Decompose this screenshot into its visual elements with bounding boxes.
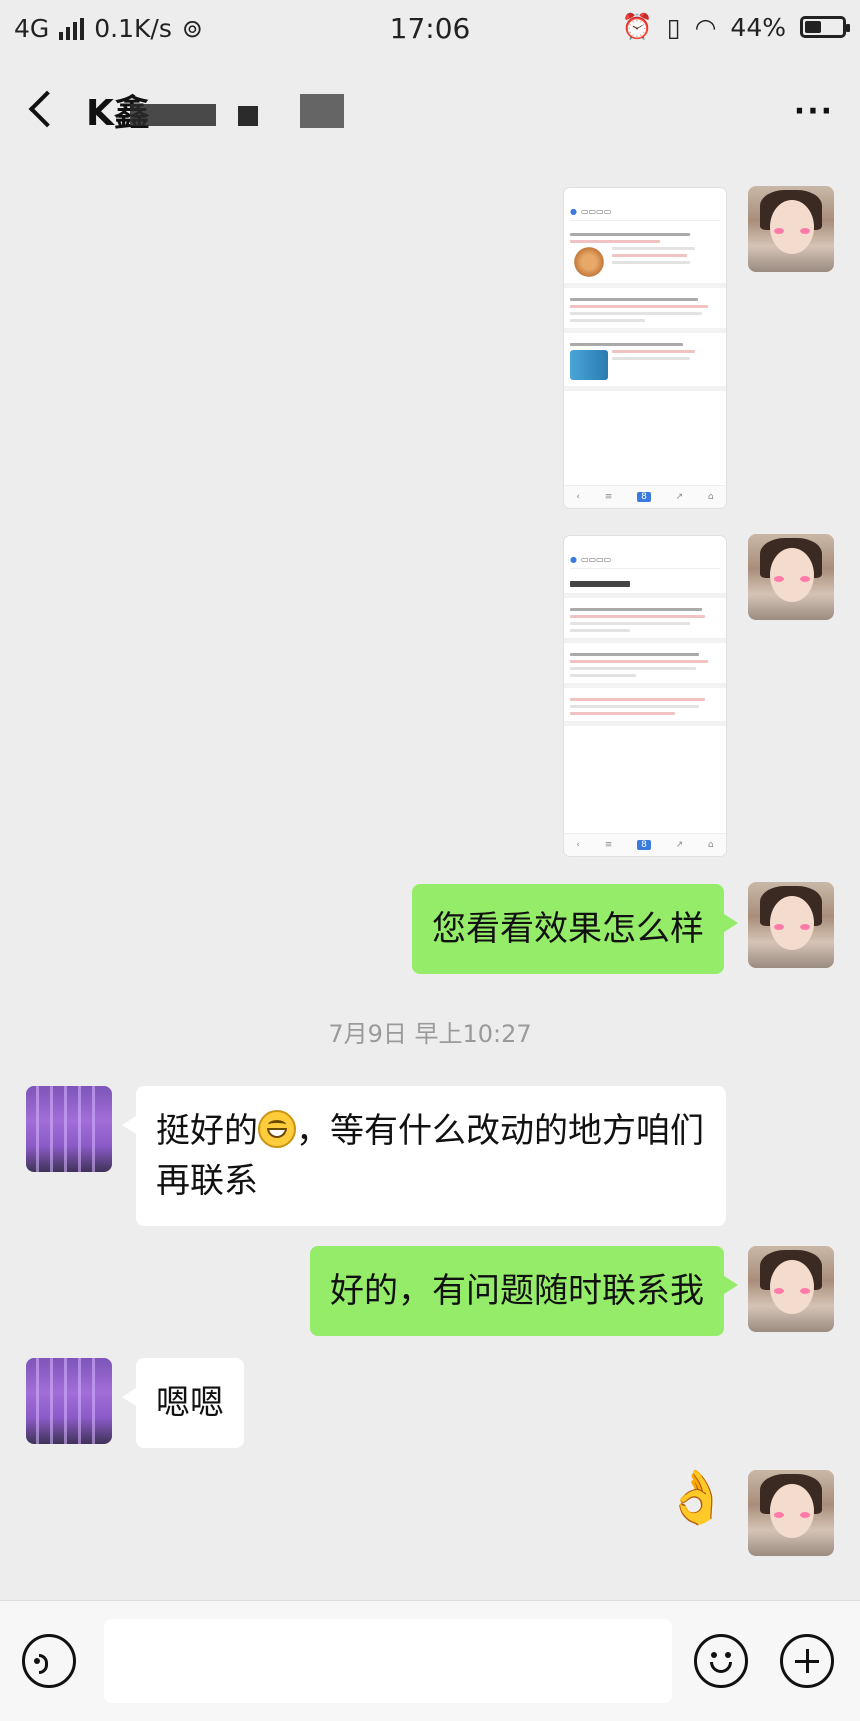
screenshot-message[interactable]: ● ▭▭▭▭ ‹ ≡ 8 ↗ ⌂ <box>564 188 726 508</box>
thumb-result <box>564 643 726 688</box>
my-avatar[interactable] <box>748 186 834 272</box>
thumb-search-bar: ● ▭▭▭▭ <box>570 552 720 569</box>
my-message-bubble[interactable]: 您看看效果怎么样 <box>412 884 738 974</box>
redacted-name-block <box>130 104 216 126</box>
my-avatar[interactable] <box>748 534 834 620</box>
redacted-name-block <box>300 94 344 128</box>
input-bar <box>0 1600 860 1721</box>
my-avatar[interactable] <box>748 1470 834 1556</box>
thumb-result <box>564 688 726 726</box>
contact-avatar[interactable] <box>26 1358 112 1444</box>
my-avatar[interactable] <box>748 882 834 968</box>
thumb-result <box>564 223 726 288</box>
screenshot-message[interactable]: ● ▭▭▭▭ ‹ ≡ 8 ↗ ⌂ <box>564 536 726 856</box>
vibrate-icon: ▯ <box>666 12 681 42</box>
voice-icon[interactable] <box>22 1634 76 1688</box>
battery-level <box>805 21 821 33</box>
message-text: 挺好的 <box>156 1111 258 1151</box>
message-text: 好的，有问题随时联系我 <box>330 1271 704 1311</box>
my-message-bubble[interactable]: 好的，有问题随时联系我 <box>310 1246 738 1336</box>
contact-message-bubble[interactable]: 嗯嗯 <box>122 1358 244 1448</box>
thumb-result <box>564 571 726 598</box>
thumb-status-bar <box>564 188 726 202</box>
emoji-icon[interactable] <box>694 1634 748 1688</box>
plus-icon[interactable] <box>780 1634 834 1688</box>
grinning-emoji-icon <box>258 1110 296 1148</box>
message-text: 您看看效果怎么样 <box>432 909 704 949</box>
ok-hand-emoji[interactable]: 👌 <box>664 1468 729 1528</box>
wifi-icon: ◠ <box>694 12 717 42</box>
back-button[interactable] <box>24 86 64 132</box>
thumb-result <box>564 598 726 643</box>
message-input[interactable] <box>104 1619 672 1703</box>
contact-avatar[interactable] <box>26 1086 112 1172</box>
thumb-result <box>564 288 726 333</box>
redacted-name-block <box>238 106 258 126</box>
battery-percent: 44% <box>730 12 786 42</box>
status-bar: 4G 0.1K/s ⊚ 17:06 ⏰ ▯ ◠ 44% <box>0 0 860 60</box>
thumb-toolbar: ‹ ≡ 8 ↗ ⌂ <box>564 833 726 856</box>
battery-icon <box>800 16 850 38</box>
more-button[interactable]: ··· <box>794 94 834 129</box>
chat-timestamp: 7月9日 早上10:27 <box>328 1020 532 1048</box>
alarm-icon: ⏰ <box>621 12 653 41</box>
my-avatar[interactable] <box>748 1246 834 1332</box>
message-text: 嗯嗯 <box>156 1383 224 1423</box>
chat-header: K鑫 ··· <box>0 64 860 154</box>
thumb-toolbar: ‹ ≡ 8 ↗ ⌂ <box>564 485 726 508</box>
thumb-result <box>564 333 726 391</box>
status-right: ⏰ ▯ ◠ 44% <box>621 12 850 42</box>
thumb-status-bar <box>564 536 726 550</box>
thumb-search-bar: ● ▭▭▭▭ <box>570 204 720 221</box>
contact-message-bubble[interactable]: 挺好的 ，等有什么改动的地方咱们再联系 <box>122 1086 726 1226</box>
